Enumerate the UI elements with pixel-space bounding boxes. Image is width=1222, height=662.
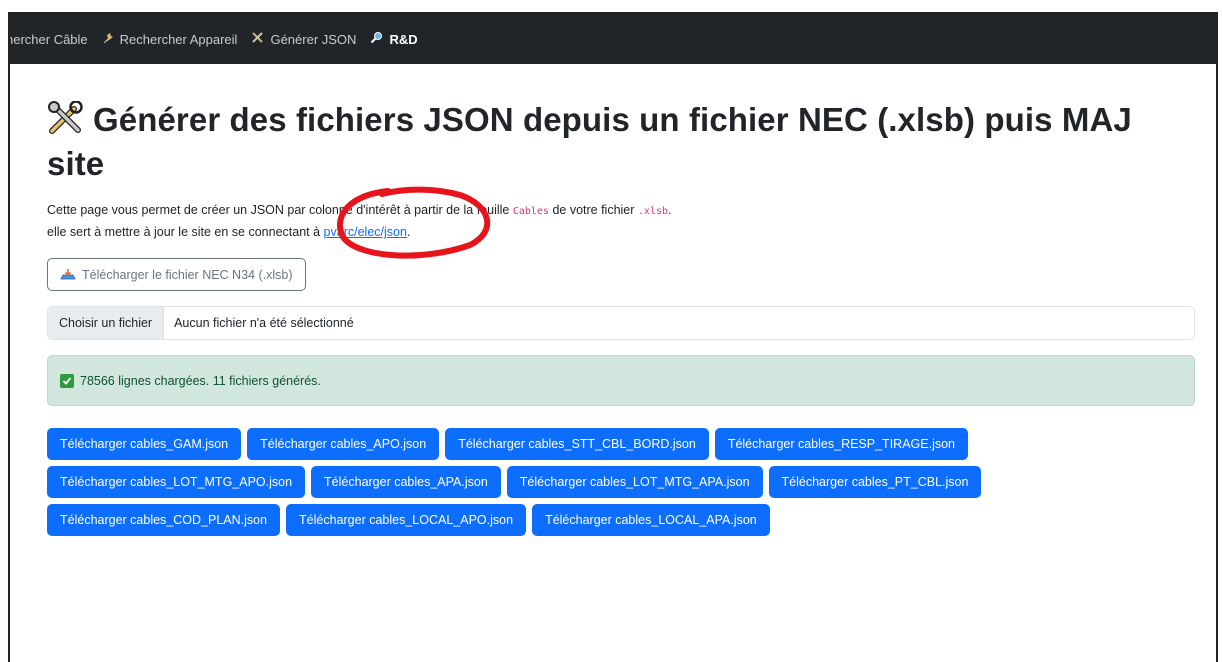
magnifier-icon: [370, 31, 383, 47]
nav-item-label: hercher Câble: [8, 31, 88, 47]
download-cables-stt-cbl-bord-button[interactable]: Télécharger cables_STT_CBL_BORD.json: [445, 428, 709, 460]
description-text: elle sert à mettre à jour le site en se …: [47, 225, 324, 239]
download-cables-lot-mtg-apo-button[interactable]: Télécharger cables_LOT_MTG_APO.json: [47, 466, 306, 498]
browser-viewport: hercher Câble Rechercher Appareil Génére…: [8, 12, 1218, 662]
download-cables-pt-cbl-button[interactable]: Télécharger cables_PT_CBL.json: [768, 466, 982, 498]
description-text: de votre fichier: [548, 203, 638, 217]
download-cables-resp-tirage-button[interactable]: Télécharger cables_RESP_TIRAGE.json: [714, 428, 968, 460]
download-cables-lot-mtg-apa-button[interactable]: Télécharger cables_LOT_MTG_APA.json: [506, 466, 763, 498]
tools-icon: [251, 31, 264, 47]
download-template-button[interactable]: Télécharger le fichier NEC N34 (.xlsb): [47, 258, 306, 291]
alert-text: 78566 lignes chargées. 11 fichiers génér…: [80, 373, 321, 388]
file-input[interactable]: Choisir un fichier Aucun fichier n'a été…: [47, 306, 1195, 340]
extension-code: .xlsb: [637, 206, 669, 217]
nav-item-rd[interactable]: R&D: [370, 31, 418, 47]
page-description: Cette page vous permet de créer un JSON …: [47, 200, 1197, 242]
download-row: Télécharger cables_GAM.json Télécharger …: [47, 428, 1197, 460]
choose-file-button[interactable]: Choisir un fichier: [48, 307, 165, 339]
nav-item-label: R&D: [389, 31, 418, 47]
file-status-text: Aucun fichier n'a été sélectionné: [174, 316, 354, 330]
tools-icon: [47, 100, 85, 144]
check-box-icon: [60, 373, 74, 388]
description-line-1: Cette page vous permet de créer un JSON …: [47, 200, 1197, 222]
download-tray-icon: [60, 268, 76, 281]
description-text: .: [406, 225, 411, 239]
download-cables-local-apa-button[interactable]: Télécharger cables_LOCAL_APA.json: [532, 504, 770, 536]
download-row: Télécharger cables_LOT_MTG_APO.json Télé…: [47, 466, 1197, 498]
nav-item-rechercher-cable[interactable]: hercher Câble: [8, 31, 88, 47]
top-navbar: hercher Câble Rechercher Appareil Génére…: [10, 14, 1216, 64]
nav-item-label: Rechercher Appareil: [119, 31, 238, 47]
download-template-label: Télécharger le fichier NEC N34 (.xlsb): [82, 267, 293, 282]
description-text: .: [668, 203, 672, 217]
page-title: Générer des fichiers JSON depuis un fich…: [47, 100, 1197, 184]
download-row: Télécharger cables_COD_PLAN.json Télécha…: [47, 504, 1197, 536]
download-buttons: Télécharger cables_GAM.json Télécharger …: [47, 428, 1197, 542]
sheet-name-code: Cables: [512, 206, 549, 217]
download-cables-apa-button[interactable]: Télécharger cables_APA.json: [311, 466, 501, 498]
download-cables-local-apo-button[interactable]: Télécharger cables_LOCAL_APO.json: [286, 504, 527, 536]
download-cables-apo-button[interactable]: Télécharger cables_APO.json: [247, 428, 440, 460]
description-line-2: elle sert à mettre à jour le site en se …: [47, 222, 1197, 242]
download-cables-gam-button[interactable]: Télécharger cables_GAM.json: [47, 428, 242, 460]
download-cables-cod-plan-button[interactable]: Télécharger cables_COD_PLAN.json: [47, 504, 281, 536]
plug-icon: [102, 32, 114, 47]
json-path-link[interactable]: pvarc/elec/json: [324, 225, 407, 239]
nav-item-rechercher-appareil[interactable]: Rechercher Appareil: [102, 31, 238, 47]
nav-item-label: Générer JSON: [270, 31, 357, 47]
description-text: Cette page vous permet de créer un JSON …: [47, 203, 513, 217]
page-title-text: Générer des fichiers JSON depuis un fich…: [47, 101, 1132, 182]
success-alert: 78566 lignes chargées. 11 fichiers génér…: [47, 355, 1195, 406]
main-content: Générer des fichiers JSON depuis un fich…: [47, 100, 1197, 542]
nav-item-generer-json[interactable]: Générer JSON: [251, 31, 356, 47]
